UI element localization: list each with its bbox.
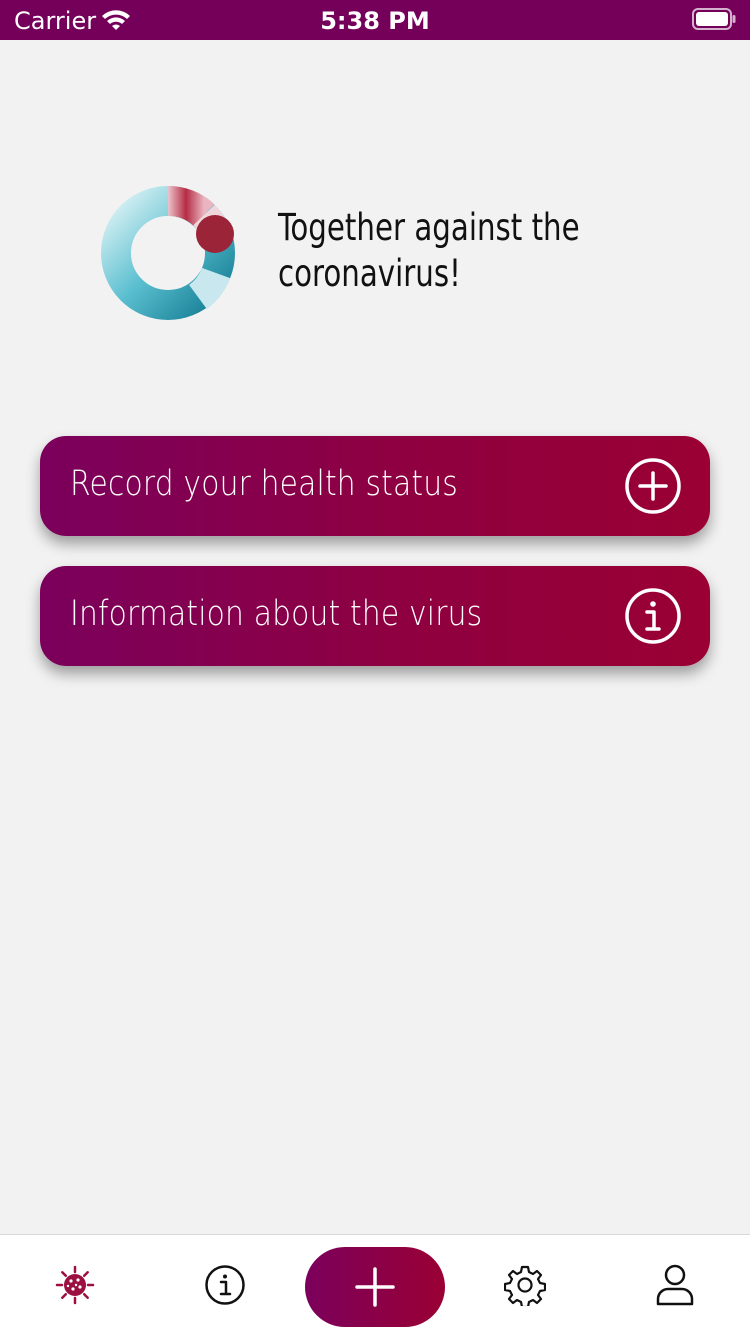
tab-add-button[interactable]	[305, 1247, 445, 1327]
gear-icon	[504, 1265, 546, 1306]
info-circle-icon	[625, 588, 681, 644]
tab-bar	[0, 1234, 750, 1335]
clock: 5:38 PM	[320, 7, 430, 35]
tab-information[interactable]	[175, 1235, 275, 1335]
tab-profile[interactable]	[625, 1235, 725, 1335]
hero-title: Together against the coronavirus!	[278, 206, 580, 295]
record-health-status-button[interactable]: Record your health status	[40, 436, 710, 536]
virus-information-label: Information about the virus	[70, 594, 483, 634]
app-logo	[101, 186, 235, 320]
record-health-status-label: Record your health status	[70, 464, 458, 504]
status-bar: Carrier 5:38 PM	[0, 0, 750, 40]
tab-covid[interactable]	[25, 1235, 125, 1335]
info-icon	[205, 1265, 245, 1305]
virus-icon	[55, 1265, 95, 1305]
battery-icon	[692, 8, 736, 30]
person-icon	[656, 1264, 694, 1306]
plus-icon	[355, 1267, 395, 1307]
virus-information-button[interactable]: Information about the virus	[40, 566, 710, 666]
tab-settings[interactable]	[475, 1235, 575, 1335]
plus-circle-icon	[625, 458, 681, 514]
